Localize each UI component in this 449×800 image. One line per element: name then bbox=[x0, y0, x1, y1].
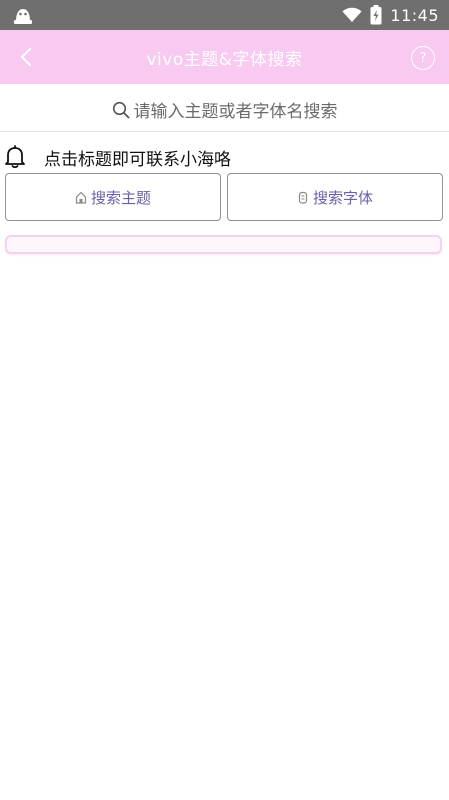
search-font-button[interactable]: 搜索字体 bbox=[227, 173, 443, 221]
notice-text: 点击标题即可联系小海咯 bbox=[44, 149, 231, 170]
search-input[interactable]: 请输入主题或者字体名搜索 bbox=[0, 88, 449, 132]
results-list bbox=[5, 235, 442, 254]
wifi-icon bbox=[342, 7, 362, 23]
notice-banner[interactable]: 点击标题即可联系小海咯 bbox=[4, 143, 231, 171]
font-file-icon bbox=[297, 191, 309, 204]
search-placeholder: 请输入主题或者字体名搜索 bbox=[133, 102, 338, 122]
battery-icon bbox=[370, 5, 382, 25]
status-left bbox=[12, 5, 34, 25]
page-title: vivo主题&字体搜索 bbox=[146, 49, 303, 70]
app-bar: vivo主题&字体搜索 ? bbox=[0, 30, 449, 84]
status-right: 11:45 bbox=[342, 5, 439, 25]
status-bar: 11:45 bbox=[0, 0, 449, 30]
chevron-left-icon bbox=[19, 47, 33, 67]
app-notification-icon bbox=[12, 5, 34, 25]
bell-icon bbox=[4, 145, 26, 169]
search-icon bbox=[112, 101, 130, 119]
search-theme-label: 搜索主题 bbox=[90, 188, 151, 207]
status-time: 11:45 bbox=[390, 5, 439, 25]
search-font-label: 搜索字体 bbox=[312, 188, 373, 207]
home-icon bbox=[75, 191, 87, 204]
help-icon: ? bbox=[419, 50, 427, 66]
back-button[interactable] bbox=[12, 43, 40, 71]
help-button[interactable]: ? bbox=[411, 46, 435, 70]
search-theme-button[interactable]: 搜索主题 bbox=[5, 173, 221, 221]
